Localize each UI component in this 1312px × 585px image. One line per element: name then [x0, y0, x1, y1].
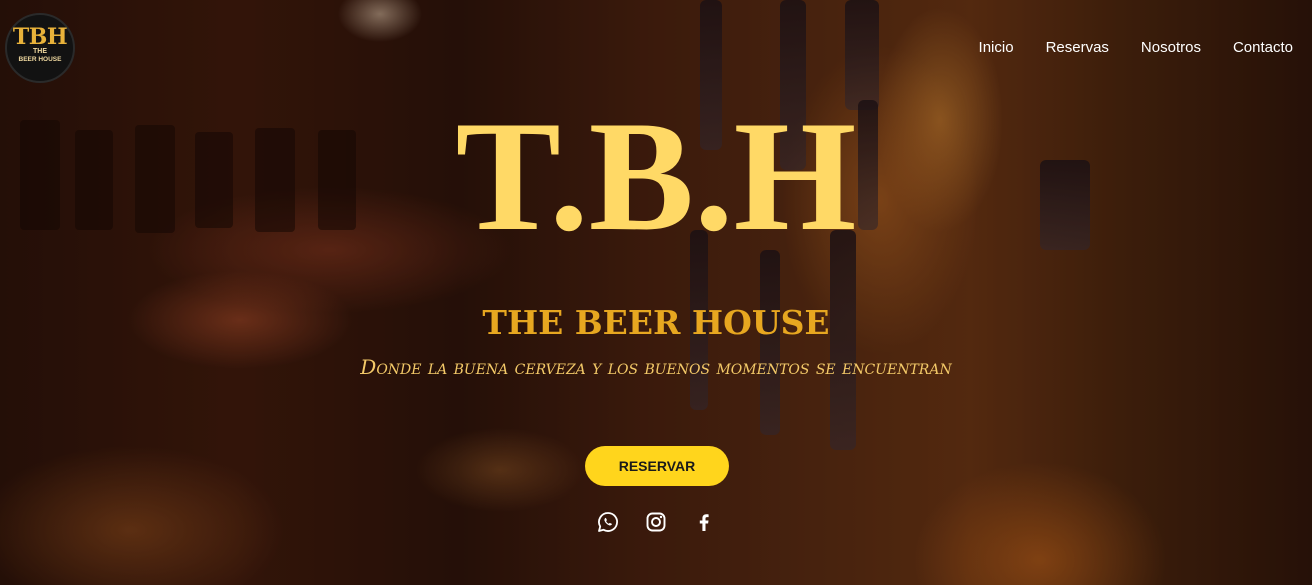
nav-link-inicio[interactable]: Inicio	[979, 39, 1014, 56]
top-navbar: TBH THE BEER HOUSE Inicio Reservas Nosot…	[0, 0, 1312, 96]
nav-link-reservas[interactable]: Reservas	[1046, 39, 1109, 56]
instagram-icon[interactable]	[644, 508, 668, 536]
hero-tagline: Donde la buena cerveza y los buenos mome…	[360, 355, 952, 379]
brand-logo[interactable]: TBH THE BEER HOUSE	[5, 13, 75, 83]
nav-link-nosotros[interactable]: Nosotros	[1141, 39, 1201, 56]
hero-subtitle: THE BEER HOUSE	[482, 303, 830, 342]
nav-link-contacto[interactable]: Contacto	[1233, 39, 1293, 56]
whatsapp-icon[interactable]	[596, 508, 620, 536]
social-links	[596, 508, 716, 536]
main-nav: Inicio Reservas Nosotros Contacto	[979, 39, 1293, 56]
hero-section: TBH THE BEER HOUSE Inicio Reservas Nosot…	[0, 0, 1312, 585]
facebook-icon[interactable]	[692, 508, 716, 536]
logo-text: TBH	[12, 24, 68, 50]
logo-sub-text: BEER HOUSE	[18, 56, 62, 63]
hero-title: T.B.H	[455, 89, 857, 264]
reserve-button[interactable]: RESERVAR	[585, 446, 729, 486]
